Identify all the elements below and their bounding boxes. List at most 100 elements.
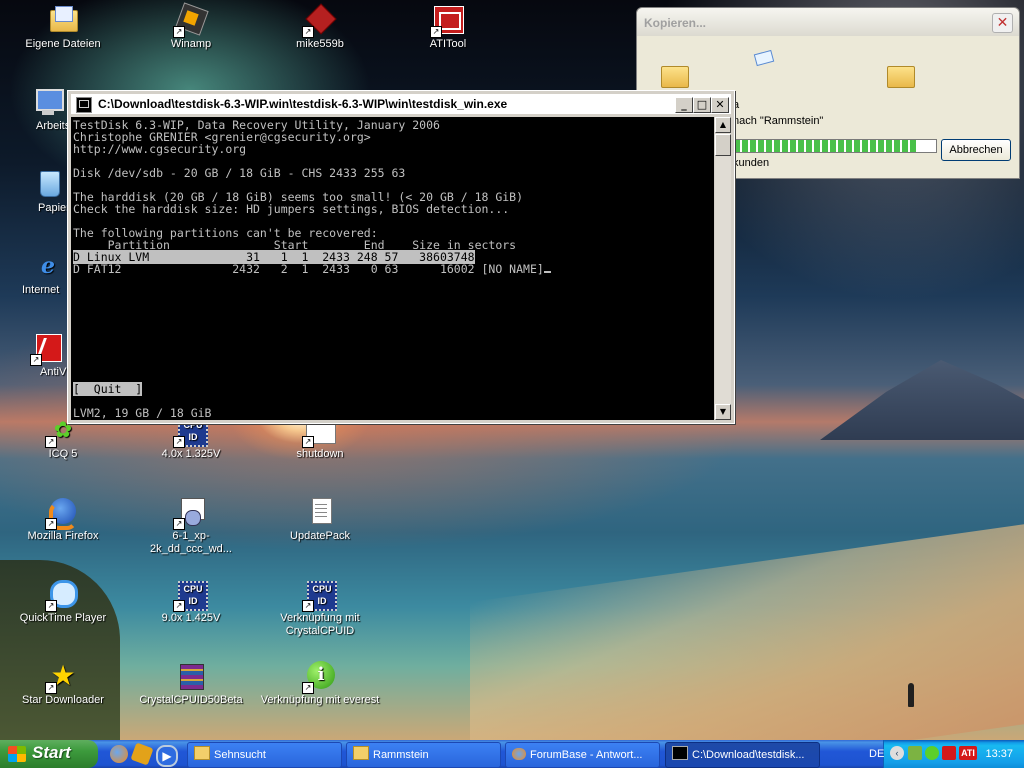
internet-explorer-icon: e xyxy=(41,253,55,279)
info-icon: i ↗ xyxy=(302,660,336,694)
desktop-icon-firefox[interactable]: ↗ Mozilla Firefox xyxy=(18,496,108,543)
task-label: C:\Download\testdisk... xyxy=(692,749,805,761)
copy-destination: nach "Rammstein" xyxy=(733,115,824,127)
console-status-line: LVM2, 19 GB / 18 GiB xyxy=(73,406,212,420)
start-button[interactable]: Start xyxy=(0,740,98,768)
start-label: Start xyxy=(32,743,71,762)
taskbar: Start ▶ Sehnsucht Rammstein ForumBase - … xyxy=(0,740,1024,768)
close-button[interactable]: ✕ xyxy=(711,97,729,113)
atitool-icon: ↗ xyxy=(430,4,464,38)
folder-documents-icon xyxy=(47,4,79,36)
desktop-icon-label: Eigene Dateien xyxy=(25,38,101,50)
star-icon: ★ ↗ xyxy=(45,660,79,694)
close-icon: ✕ xyxy=(715,98,725,111)
winamp-icon: ↗ xyxy=(173,2,209,38)
folder-icon xyxy=(353,746,369,760)
scroll-up-button[interactable]: ▲ xyxy=(715,117,731,133)
desktop-icon-ati-installer[interactable]: ↗ 6-1_xp-2k_dd_ccc_wd... xyxy=(132,496,250,556)
partition-row[interactable]: D FAT12 2432 2 1 2433 0 63 16002 [NO NAM… xyxy=(73,262,544,276)
minimize-button[interactable]: _ xyxy=(675,97,693,113)
computer-icon xyxy=(32,86,64,118)
source-folder-icon xyxy=(661,66,689,88)
taskbar-button-rammstein[interactable]: Rammstein xyxy=(346,742,501,768)
cpuid-icon: CPU ID ↗ xyxy=(302,578,337,612)
desktop-icon-eigene-dateien[interactable]: Eigene Dateien xyxy=(18,4,108,51)
scroll-thumb[interactable] xyxy=(715,134,731,156)
desktop-icon-label: CrystalCPUID50Beta xyxy=(139,694,243,706)
console-output[interactable]: TestDisk 6.3-WIP, Data Recovery Utility,… xyxy=(71,117,714,420)
firefox-icon xyxy=(512,748,526,760)
desktop-icon-winamp[interactable]: ↗ Winamp xyxy=(146,2,236,51)
copy-dialog-titlebar[interactable]: Kopieren... ✕ xyxy=(637,8,1019,36)
desktop-icon-label: UpdatePack xyxy=(290,530,350,542)
close-button[interactable]: ✕ xyxy=(992,13,1013,33)
app-icon: ↗ xyxy=(302,3,337,38)
tray-antivir-icon[interactable] xyxy=(942,746,956,760)
clock: 13:37 xyxy=(985,748,1013,760)
desktop: Eigene Dateien ↗ Winamp ↗ mike559b ↗ ATI… xyxy=(0,0,1024,740)
desktop-icon-mike559b[interactable]: ↗ mike559b xyxy=(275,3,365,51)
tray-network-icon[interactable] xyxy=(908,746,922,760)
cancel-button[interactable]: Abbrechen xyxy=(941,139,1011,161)
desktop-icon-label: Star Downloader xyxy=(22,694,104,706)
console-line: http://www.cgsecurity.org xyxy=(73,142,247,156)
quicklaunch-winamp-icon[interactable] xyxy=(130,742,154,766)
desktop-icon-updatepack[interactable]: UpdatePack xyxy=(275,496,365,543)
desktop-icon-label: ICQ 5 xyxy=(48,448,78,460)
winrar-icon xyxy=(175,660,207,692)
copy-time-remaining: kunden xyxy=(733,157,770,169)
taskbar-button-testdisk[interactable]: C:\Download\testdisk... xyxy=(665,742,820,768)
desktop-icon-cpuid-9[interactable]: CPU ID ↗ 9.0x 1.425V xyxy=(146,578,236,625)
folder-icon xyxy=(194,746,210,760)
desktop-icon-quicktime[interactable]: ↗ QuickTime Player xyxy=(18,578,108,625)
taskbar-button-forumbase[interactable]: ForumBase - Antwort... xyxy=(505,742,660,768)
minimize-icon: _ xyxy=(681,98,687,111)
tray-icq-icon[interactable] xyxy=(925,746,939,760)
desktop-icon-star-downloader[interactable]: ★ ↗ Star Downloader xyxy=(18,660,108,707)
quit-menu-item[interactable]: [ Quit ] xyxy=(73,382,143,396)
desktop-icon-label: QuickTime Player xyxy=(19,612,107,624)
task-label: Rammstein xyxy=(373,749,429,761)
console-icon xyxy=(672,746,688,760)
installer-icon: ↗ xyxy=(173,496,207,530)
language-indicator[interactable]: DE xyxy=(869,740,884,768)
quicklaunch-media-player-icon[interactable]: ▶ xyxy=(156,745,178,767)
taskbar-button-sehnsucht[interactable]: Sehnsucht xyxy=(187,742,342,768)
windows-logo-icon xyxy=(8,746,26,762)
firefox-icon: ↗ xyxy=(45,496,79,530)
cpuid-icon: CPU ID ↗ xyxy=(173,578,208,612)
copy-progress-fill xyxy=(734,140,916,152)
desktop-icon-label: Mozilla Firefox xyxy=(27,530,99,542)
console-line: Disk /dev/sdb - 20 GB / 18 GiB - CHS 243… xyxy=(73,166,406,180)
desktop-icon-everest-link[interactable]: i ↗ Verknüpfung mit everest xyxy=(259,660,381,707)
mountain-decoration xyxy=(820,360,1024,440)
desktop-icon-crystalcpuid-link[interactable]: CPU ID ↗ Verknüpfung mit CrystalCPUID xyxy=(269,578,371,638)
tray-expand-icon[interactable]: ‹ xyxy=(890,746,904,760)
desktop-icon-label: shutdown xyxy=(296,448,344,460)
text-cursor xyxy=(543,271,551,273)
person-silhouette xyxy=(908,683,914,707)
desktop-icon-atitool[interactable]: ↗ ATITool xyxy=(403,4,493,51)
beach-decoration xyxy=(470,517,1024,740)
desktop-icon-label: 9.0x 1.425V xyxy=(161,612,221,624)
desktop-icon-label: ATITool xyxy=(429,38,467,50)
desktop-icon-crystalcpuid50beta[interactable]: CrystalCPUID50Beta xyxy=(139,660,243,707)
maximize-icon: □ xyxy=(696,98,708,111)
tray-ati-icon[interactable]: ATI xyxy=(959,746,977,760)
console-titlebar[interactable]: C:\Download\testdisk-6.3-WIP.win\testdis… xyxy=(71,94,731,114)
system-tray: DE ‹ ATI 13:37 xyxy=(869,740,1024,768)
task-label: Sehnsucht xyxy=(214,749,266,761)
copy-dialog-title: Kopieren... xyxy=(644,16,707,30)
console-app-icon xyxy=(76,97,92,113)
console-title: C:\Download\testdisk-6.3-WIP.win\testdis… xyxy=(98,97,508,111)
quicklaunch-firefox-icon[interactable] xyxy=(110,745,128,763)
desktop-icon-label: mike559b xyxy=(296,38,344,50)
quicktime-icon: ↗ xyxy=(45,578,79,612)
copy-progress-bar xyxy=(733,139,937,153)
desktop-icon-label: Winamp xyxy=(170,38,212,50)
maximize-button[interactable]: □ xyxy=(693,97,711,113)
console-line: Check the harddisk size: HD jumpers sett… xyxy=(73,202,510,216)
task-label: ForumBase - Antwort... xyxy=(530,749,643,761)
scroll-down-button[interactable]: ▼ xyxy=(715,404,731,420)
vertical-scrollbar[interactable]: ▲ ▼ xyxy=(715,117,731,420)
